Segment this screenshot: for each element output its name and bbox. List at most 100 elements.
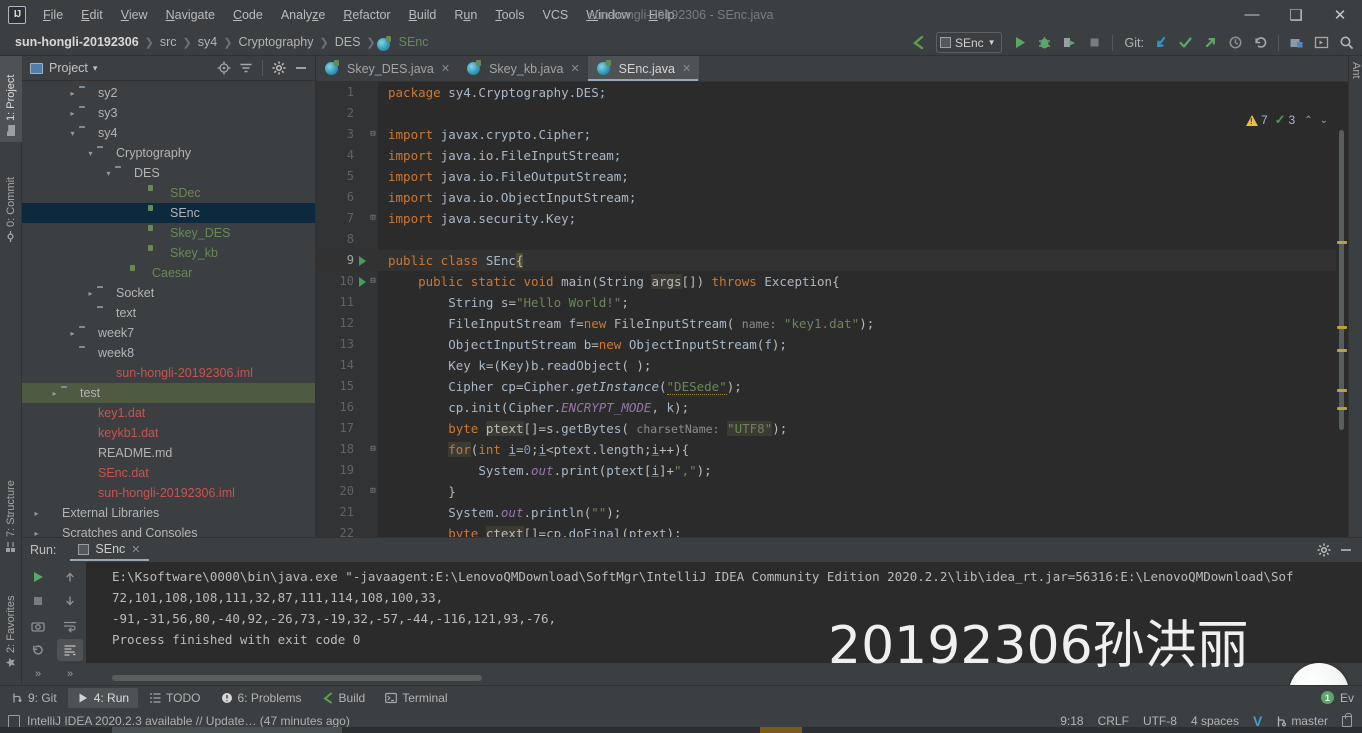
menu-edit[interactable]: Edit bbox=[72, 4, 112, 26]
scroll-to-end-icon[interactable] bbox=[57, 639, 83, 661]
lock-icon[interactable] bbox=[1342, 712, 1352, 727]
bottom-item-todo[interactable]: TODO bbox=[140, 688, 209, 708]
menu-build[interactable]: Build bbox=[400, 4, 446, 26]
tree-arrow-icon[interactable]: ▸ bbox=[66, 89, 79, 98]
line-separator[interactable]: CRLF bbox=[1098, 714, 1129, 728]
tree-arrow-icon[interactable]: ▸ bbox=[66, 109, 79, 118]
warning-marker[interactable] bbox=[1337, 326, 1347, 329]
run-configuration-selector[interactable]: SEnc ▼ bbox=[935, 32, 1002, 53]
tree-item-external-libraries[interactable]: ▸ External Libraries bbox=[22, 503, 315, 523]
soft-wrap-icon[interactable] bbox=[57, 615, 83, 636]
breadcrumb-src[interactable]: src bbox=[155, 33, 182, 51]
chevron-down-icon[interactable]: ▾ bbox=[93, 63, 98, 74]
tree-item-week7[interactable]: ▸ week7 bbox=[22, 323, 315, 343]
warning-marker[interactable] bbox=[1337, 389, 1347, 392]
tree-item-sy4[interactable]: ▾ sy4 bbox=[22, 123, 315, 143]
sidebar-item-project[interactable]: 1: Project bbox=[0, 56, 22, 142]
close-button[interactable]: ✕ bbox=[1318, 0, 1362, 29]
tree-item-sdec[interactable]: ▸SDec bbox=[22, 183, 315, 203]
menu-run[interactable]: Run bbox=[445, 4, 486, 26]
gutter-run-marker[interactable] bbox=[356, 276, 368, 287]
code-line[interactable]: 8 bbox=[316, 229, 1362, 250]
code-line[interactable]: 13 ObjectInputStream b=new ObjectInputSt… bbox=[316, 334, 1362, 355]
code-line[interactable]: 21 System.out.println(""); bbox=[316, 502, 1362, 523]
close-icon[interactable]: ✕ bbox=[131, 543, 140, 556]
code-line[interactable]: 20 ⊡ } bbox=[316, 481, 1362, 502]
inspection-widget[interactable]: 7 ✓ 3 ⌃ ⌄ bbox=[1245, 112, 1330, 128]
git-rollback-icon[interactable] bbox=[1249, 31, 1272, 54]
tree-item-skey-des[interactable]: ▸Skey_DES bbox=[22, 223, 315, 243]
fold-marker[interactable]: ⊟ bbox=[368, 271, 378, 292]
tree-arrow-icon[interactable]: ▸ bbox=[84, 289, 97, 298]
tree-item-senc[interactable]: ▸SEnc bbox=[22, 203, 315, 223]
event-log-badge[interactable]: 1 bbox=[1320, 691, 1334, 704]
prev-problem-icon[interactable]: ⌃ bbox=[1302, 115, 1314, 126]
tree-item-sy2[interactable]: ▸ sy2 bbox=[22, 83, 315, 103]
code-line[interactable]: 17 byte ptext[]=s.getBytes( charsetName:… bbox=[316, 418, 1362, 439]
bottom-item-problems[interactable]: 6: Problems bbox=[212, 688, 311, 708]
tree-arrow-icon[interactable]: ▾ bbox=[84, 149, 97, 158]
tree-arrow-icon[interactable]: ▾ bbox=[102, 169, 115, 178]
minimize-button[interactable]: — bbox=[1230, 0, 1274, 29]
warning-marker[interactable] bbox=[1337, 407, 1347, 410]
run-button[interactable] bbox=[1008, 31, 1031, 54]
breadcrumb-sy4[interactable]: sy4 bbox=[193, 33, 222, 51]
tree-item-sy3[interactable]: ▸ sy3 bbox=[22, 103, 315, 123]
code-line[interactable]: 5 import java.io.FileOutputStream; bbox=[316, 166, 1362, 187]
snapshot-button[interactable] bbox=[25, 615, 51, 636]
hide-panel-icon[interactable] bbox=[1336, 540, 1356, 560]
tree-arrow-icon[interactable]: ▸ bbox=[66, 329, 79, 338]
tree-item-week8[interactable]: ▸week8 bbox=[22, 343, 315, 363]
bottom-item-terminal[interactable]: Terminal bbox=[376, 688, 456, 708]
hide-panel-icon[interactable] bbox=[291, 58, 311, 78]
code-line[interactable]: 15 Cipher cp=Cipher.getInstance("DESede"… bbox=[316, 376, 1362, 397]
menu-help[interactable]: Help bbox=[640, 4, 684, 26]
tab-senc[interactable]: SEnc.java ✕ bbox=[587, 56, 700, 81]
indent-setting[interactable]: 4 spaces bbox=[1191, 714, 1239, 728]
tree-item-socket[interactable]: ▸ Socket bbox=[22, 283, 315, 303]
tree-item-readme-md[interactable]: ▸README.md bbox=[22, 443, 315, 463]
project-structure-icon[interactable] bbox=[1285, 31, 1308, 54]
run-with-coverage-button[interactable] bbox=[1058, 31, 1081, 54]
code-line[interactable]: 6 import java.io.ObjectInputStream; bbox=[316, 187, 1362, 208]
menu-view[interactable]: View bbox=[112, 4, 157, 26]
code-line[interactable]: 18 ⊟ for(int i=0;i<ptext.length;i++){ bbox=[316, 439, 1362, 460]
close-icon[interactable]: ✕ bbox=[441, 62, 450, 75]
tree-item-key1-dat[interactable]: ▸key1.dat bbox=[22, 403, 315, 423]
run-console-output[interactable]: E:\Ksoftware\0000\bin\java.exe "-javaage… bbox=[86, 562, 1362, 663]
menu-code[interactable]: Code bbox=[224, 4, 272, 26]
tree-item-senc-dat[interactable]: ▸SEnc.dat bbox=[22, 463, 315, 483]
fold-marker[interactable]: ⊟ bbox=[368, 439, 378, 460]
code-line[interactable]: 10 ⊟ public static void main(String args[… bbox=[316, 271, 1362, 292]
bottom-item-git[interactable]: 9: Git bbox=[2, 688, 66, 708]
fold-marker[interactable]: ⊡ bbox=[368, 481, 378, 502]
editor-marker-bar[interactable] bbox=[1336, 108, 1348, 537]
stop-button[interactable] bbox=[1083, 31, 1106, 54]
debug-button[interactable] bbox=[1033, 31, 1056, 54]
menu-navigate[interactable]: Navigate bbox=[157, 4, 224, 26]
code-line[interactable]: 3 ⊟ import javax.crypto.Cipher; bbox=[316, 124, 1362, 145]
scroll-down-icon[interactable] bbox=[57, 590, 83, 611]
tab-skey-kb[interactable]: Skey_kb.java ✕ bbox=[458, 56, 588, 81]
tree-arrow-icon[interactable]: ▸ bbox=[48, 389, 61, 398]
code-line[interactable]: 22 byte ctext[]=cp.doFinal(ptext); bbox=[316, 523, 1362, 537]
tree-item-sun-hongli-20192306-iml[interactable]: ▸sun-hongli-20192306.iml bbox=[22, 363, 315, 383]
bottom-item-build[interactable]: Build bbox=[313, 688, 375, 708]
menu-file[interactable]: File bbox=[34, 4, 72, 26]
fold-marker[interactable]: ⊟ bbox=[368, 124, 378, 145]
breadcrumb-cryptography[interactable]: Cryptography bbox=[233, 33, 318, 51]
rerun-button[interactable] bbox=[25, 566, 51, 587]
expand-actions-icon[interactable]: » bbox=[57, 664, 83, 685]
warning-marker[interactable] bbox=[1337, 349, 1347, 352]
locate-icon[interactable] bbox=[214, 58, 234, 78]
expand-actions-icon[interactable]: » bbox=[25, 664, 51, 685]
next-problem-icon[interactable]: ⌄ bbox=[1318, 115, 1330, 126]
code-line[interactable]: 19 System.out.print(ptext[i]+","); bbox=[316, 460, 1362, 481]
gutter-run-marker[interactable] bbox=[356, 255, 368, 266]
git-update-icon[interactable] bbox=[1149, 31, 1172, 54]
maximize-button[interactable]: ❑ bbox=[1274, 0, 1318, 29]
code-line[interactable]: 9 public class SEnc{ bbox=[316, 250, 1362, 271]
scroll-up-icon[interactable] bbox=[57, 566, 83, 587]
event-log-label[interactable]: Ev bbox=[1340, 691, 1354, 705]
file-encoding[interactable]: UTF-8 bbox=[1143, 714, 1177, 728]
